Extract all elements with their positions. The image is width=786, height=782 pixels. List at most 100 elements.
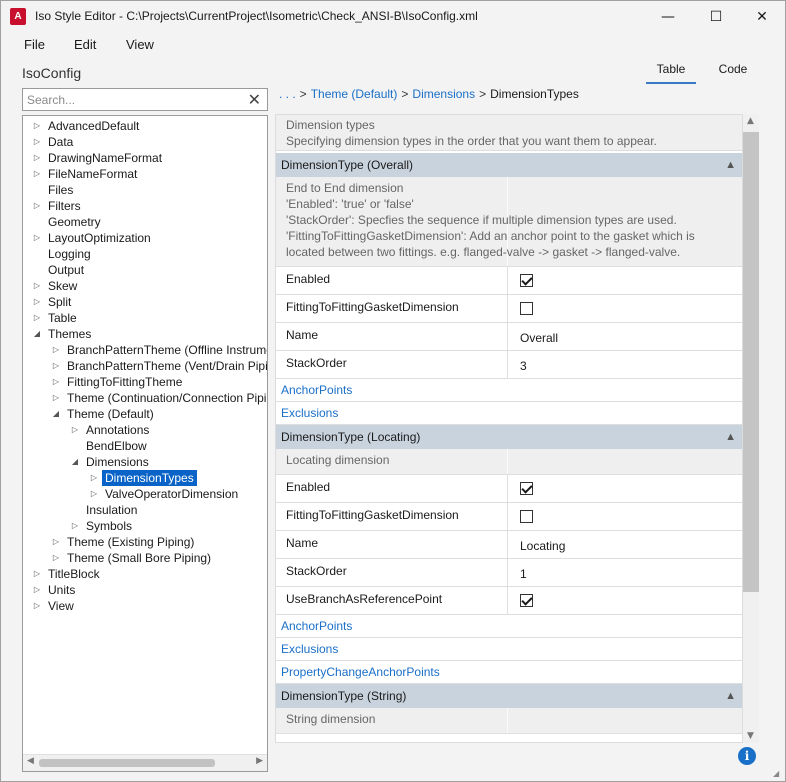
collapsed-arrow-icon[interactable]: ▷	[32, 150, 42, 166]
menu-view[interactable]: View	[126, 37, 154, 52]
collapsed-arrow-icon[interactable]: ▷	[32, 166, 42, 182]
checked-checkbox[interactable]	[520, 274, 533, 287]
title-bar[interactable]: A Iso Style Editor - C:\Projects\Current…	[1, 1, 785, 32]
tree-item[interactable]: ◢ Dimensions	[23, 454, 267, 470]
tree-item[interactable]: Insulation	[23, 502, 267, 518]
tree-item[interactable]: ▷ Table	[23, 310, 267, 326]
collapsed-arrow-icon[interactable]: ▷	[70, 422, 80, 438]
collapsed-arrow-icon[interactable]: ▷	[32, 230, 42, 246]
tree-item[interactable]: ▷ LayoutOptimization	[23, 230, 267, 246]
collapsed-arrow-icon[interactable]: ▷	[32, 598, 42, 614]
property-value[interactable]: 3	[520, 359, 527, 373]
tree-item[interactable]: Files	[23, 182, 267, 198]
section-header[interactable]: DimensionType (Locating) ▲	[276, 425, 742, 449]
breadcrumb-ellipsis[interactable]: . . .	[279, 87, 296, 101]
collapsed-arrow-icon[interactable]: ▷	[32, 118, 42, 134]
tree-item[interactable]: ▷ Filters	[23, 198, 267, 214]
tree-item[interactable]: ▷ Skew	[23, 278, 267, 294]
collection-link[interactable]: PropertyChangeAnchorPoints	[276, 661, 742, 684]
collapsed-arrow-icon[interactable]: ▷	[32, 278, 42, 294]
breadcrumb-dimensions[interactable]: Dimensions	[412, 87, 475, 101]
collection-link[interactable]: Exclusions	[276, 638, 742, 661]
collapsed-arrow-icon[interactable]: ▷	[51, 342, 61, 358]
collapsed-arrow-icon[interactable]: ▷	[51, 550, 61, 566]
collapsed-arrow-icon[interactable]: ▷	[32, 134, 42, 150]
close-button[interactable]: ✕	[739, 1, 785, 32]
tree-item[interactable]: ▷ BranchPatternTheme (Offline Instruments…	[23, 342, 267, 358]
tree-scroll-thumb[interactable]	[39, 759, 215, 767]
tree-item[interactable]: ▷ FittingToFittingTheme	[23, 374, 267, 390]
section-header[interactable]: DimensionType (Overall) ▲	[276, 153, 742, 177]
tree-item[interactable]: ▷ BranchPatternTheme (Vent/Drain Piping)	[23, 358, 267, 374]
scroll-down-icon[interactable]: ▼	[747, 731, 754, 741]
tree-item[interactable]: Output	[23, 262, 267, 278]
tree-item[interactable]: ▷ Theme (Continuation/Connection Piping)	[23, 390, 267, 406]
property-value[interactable]: 1	[520, 567, 527, 581]
tree-item[interactable]: ▷ Split	[23, 294, 267, 310]
tree-item[interactable]: ▷ TitleBlock	[23, 566, 267, 582]
unchecked-checkbox[interactable]	[520, 302, 533, 315]
tree-item[interactable]: ▷ FileNameFormat	[23, 166, 267, 182]
menu-edit[interactable]: Edit	[74, 37, 96, 52]
expanded-arrow-icon[interactable]: ◢	[32, 326, 42, 342]
info-icon[interactable]: i	[738, 747, 756, 765]
collapsed-arrow-icon[interactable]: ▷	[51, 374, 61, 390]
expanded-arrow-icon[interactable]: ◢	[70, 454, 80, 470]
tree-item[interactable]: ▷ DimensionTypes	[23, 470, 267, 486]
maximize-button[interactable]: ☐	[693, 1, 739, 32]
section-header[interactable]: DimensionType (String) ▲	[276, 684, 742, 708]
tree-item[interactable]: ▷ Data	[23, 134, 267, 150]
expanded-arrow-icon[interactable]: ◢	[51, 406, 61, 422]
property-value[interactable]: Locating	[520, 539, 565, 553]
collapsed-arrow-icon[interactable]: ▷	[89, 470, 99, 486]
search-input[interactable]	[27, 91, 237, 108]
checked-checkbox[interactable]	[520, 482, 533, 495]
collapsed-arrow-icon[interactable]: ▷	[32, 310, 42, 326]
collection-link[interactable]: AnchorPoints	[276, 615, 742, 638]
collection-link[interactable]: Exclusions	[276, 402, 742, 425]
tree-item[interactable]: ◢ Themes	[23, 326, 267, 342]
tree-item[interactable]: ▷ Units	[23, 582, 267, 598]
menu-file[interactable]: File	[24, 37, 45, 52]
tree-item[interactable]: ▷ Theme (Existing Piping)	[23, 534, 267, 550]
tree-item[interactable]: ▷ AdvancedDefault	[23, 118, 267, 134]
collapsed-arrow-icon[interactable]: ▷	[51, 534, 61, 550]
tree-item[interactable]: ▷ View	[23, 598, 267, 614]
tree-item[interactable]: ◢ Theme (Default)	[23, 406, 267, 422]
collapse-icon[interactable]: ▲	[725, 684, 736, 708]
collapsed-arrow-icon[interactable]: ▷	[51, 358, 61, 374]
property-value[interactable]: Overall	[520, 331, 558, 345]
collapsed-arrow-icon[interactable]: ▷	[32, 294, 42, 310]
tree-item[interactable]: Geometry	[23, 214, 267, 230]
tree-item[interactable]: ▷ Theme (Small Bore Piping)	[23, 550, 267, 566]
tree-item[interactable]: BendElbow	[23, 438, 267, 454]
minimize-button[interactable]: —	[645, 1, 691, 32]
tree-item[interactable]: Logging	[23, 246, 267, 262]
checked-checkbox[interactable]	[520, 594, 533, 607]
tab-table[interactable]: Table	[646, 62, 696, 84]
tree-item[interactable]: ▷ ValveOperatorDimension	[23, 486, 267, 502]
collapsed-arrow-icon[interactable]: ▷	[32, 198, 42, 214]
collapse-icon[interactable]: ▲	[725, 153, 736, 177]
tree-item[interactable]: ▷ Annotations	[23, 422, 267, 438]
collection-link[interactable]: AnchorPoints	[276, 379, 742, 402]
collapsed-arrow-icon[interactable]: ▷	[70, 518, 80, 534]
tree-item[interactable]: ▷ Symbols	[23, 518, 267, 534]
tree-horizontal-scrollbar[interactable]: ◀ ▶	[23, 754, 267, 771]
collapsed-arrow-icon[interactable]: ▷	[51, 390, 61, 406]
resize-grip-icon[interactable]: ◢	[773, 769, 783, 779]
clear-search-icon[interactable]: ✕	[248, 90, 261, 110]
scroll-left-icon[interactable]: ◀	[27, 756, 34, 766]
scroll-up-icon[interactable]: ▲	[747, 116, 754, 126]
grid-vertical-scrollbar[interactable]: ▲ ▼	[743, 114, 759, 743]
unchecked-checkbox[interactable]	[520, 510, 533, 523]
breadcrumb-theme-default[interactable]: Theme (Default)	[311, 87, 398, 101]
scroll-right-icon[interactable]: ▶	[256, 756, 263, 766]
collapse-icon[interactable]: ▲	[725, 425, 736, 449]
tab-code[interactable]: Code	[711, 62, 755, 84]
collapsed-arrow-icon[interactable]: ▷	[32, 582, 42, 598]
tree-item[interactable]: ▷ DrawingNameFormat	[23, 150, 267, 166]
grid-scroll-thumb[interactable]	[743, 132, 759, 592]
collapsed-arrow-icon[interactable]: ▷	[32, 566, 42, 582]
collapsed-arrow-icon[interactable]: ▷	[89, 486, 99, 502]
